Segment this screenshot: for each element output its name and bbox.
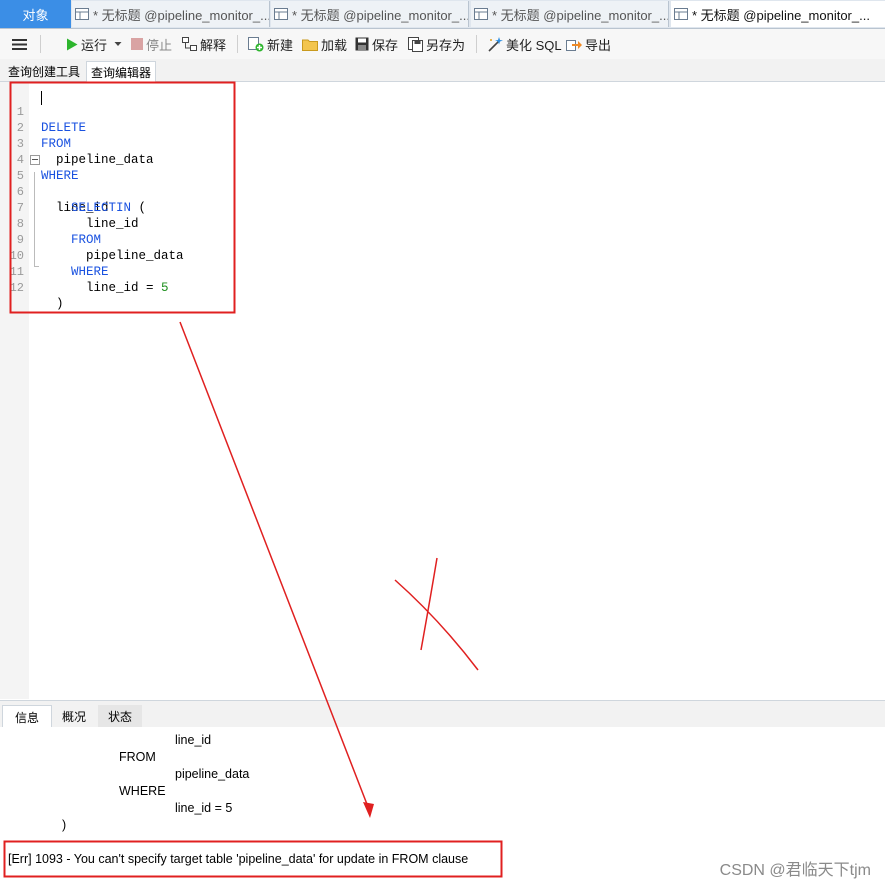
table-icon: [474, 8, 488, 20]
message-line: ): [62, 818, 67, 832]
load-label: 加载: [321, 37, 348, 53]
explain-button[interactable]: 解释: [182, 34, 226, 54]
explain-label: 解释: [200, 37, 227, 53]
query-toolbar: 运行 停止 解释 新建 加载 保存 另存为 美化 SQL 导出: [0, 29, 885, 59]
tab-status[interactable]: 状态: [98, 705, 142, 727]
save-as-button[interactable]: 另存为: [408, 34, 465, 54]
code-line: 10 WHERE: [9, 249, 109, 279]
fold-toggle-icon[interactable]: [30, 155, 40, 165]
save-label: 保存: [372, 37, 399, 53]
code-line: 6 SELECT: [16, 185, 117, 215]
tab-message[interactable]: 信息: [2, 705, 52, 728]
message-line: WHERE: [119, 784, 166, 798]
watermark: CSDN @君临天下tjm: [719, 862, 871, 879]
code-line: 11 line_id = 5: [9, 265, 169, 295]
beautify-sql-button[interactable]: 美化 SQL: [487, 34, 562, 54]
code-line: 8 FROM: [16, 217, 102, 247]
export-button[interactable]: 导出: [566, 34, 611, 54]
menu-button[interactable]: [12, 34, 30, 54]
toolbar-separator: [237, 35, 238, 53]
message-line: FROM: [119, 750, 156, 764]
code-line: 5 line_id IN (: [0, 152, 600, 215]
message-line: line_id: [175, 733, 212, 747]
code-line: 12 ): [9, 281, 64, 311]
export-icon: [566, 39, 582, 51]
beautify-sql-label: 美化 SQL: [506, 37, 562, 53]
query-tab-2[interactable]: * 无标题 @pipeline_monitor_...: [271, 1, 469, 27]
export-label: 导出: [585, 37, 612, 53]
toolbar-separator: [476, 35, 477, 53]
tab-objects[interactable]: 对象: [0, 0, 71, 28]
magic-wand-icon: [488, 36, 503, 52]
query-tab-4-active[interactable]: * 无标题 @pipeline_monitor_...: [671, 1, 885, 27]
editor-mode-tabs: 查询创建工具 查询编辑器: [0, 59, 885, 82]
tab-query-builder[interactable]: 查询创建工具: [4, 61, 84, 81]
hamburger-icon: [12, 38, 27, 50]
query-tab-label: * 无标题 @pipeline_monitor_...: [292, 7, 469, 23]
message-line: pipeline_data: [175, 767, 250, 781]
run-button[interactable]: 运行: [66, 34, 107, 54]
code-line: 4 WHERE: [16, 153, 79, 183]
table-icon: [674, 8, 688, 20]
new-label: 新建: [267, 37, 294, 53]
result-tabs: 信息 概况 状态: [0, 700, 885, 728]
play-icon: [67, 38, 78, 50]
stop-button[interactable]: 停止: [131, 34, 172, 54]
code-line: 1 DELETE: [16, 105, 87, 135]
run-dropdown-button[interactable]: [114, 34, 125, 54]
save-as-icon: [408, 36, 423, 52]
chevron-down-icon: [114, 42, 122, 46]
document-tab-strip: 对象 * 无标题 @pipeline_monitor_... * 无标题 @pi…: [0, 0, 885, 29]
toolbar-separator: [40, 35, 41, 53]
new-button[interactable]: 新建: [248, 34, 293, 54]
stop-icon: [131, 38, 143, 50]
query-tab-label: * 无标题 @pipeline_monitor_...: [692, 7, 870, 23]
table-icon: [274, 8, 288, 20]
save-button[interactable]: 保存: [355, 34, 398, 54]
run-label: 运行: [81, 37, 108, 53]
tab-summary[interactable]: 概况: [52, 705, 96, 727]
table-icon: [75, 8, 89, 20]
error-message: [Err] 1093 - You can't specify target ta…: [8, 852, 469, 866]
code-line: 7 line_id: [16, 201, 139, 231]
query-tab-label: * 无标题 @pipeline_monitor_...: [93, 7, 270, 23]
message-line: line_id = 5: [175, 801, 233, 815]
new-query-icon: [248, 36, 264, 51]
fold-guide-end: [34, 266, 39, 267]
save-icon: [355, 37, 369, 51]
tab-query-editor[interactable]: 查询编辑器: [86, 61, 157, 82]
save-as-label: 另存为: [426, 37, 466, 53]
explain-icon: [182, 37, 197, 51]
query-tab-1[interactable]: * 无标题 @pipeline_monitor_...: [72, 1, 270, 27]
query-tab-3[interactable]: * 无标题 @pipeline_monitor_...: [471, 1, 669, 27]
fold-guide: [34, 172, 35, 266]
load-button[interactable]: 加载: [302, 34, 347, 54]
code-line: 2 FROM: [16, 121, 72, 151]
query-tab-label: * 无标题 @pipeline_monitor_...: [492, 7, 669, 23]
folder-icon: [302, 39, 318, 51]
code-line: 9 pipeline_data: [16, 233, 184, 263]
sql-editor[interactable]: 1 DELETE 2 FROM 3 pipeline_data 4 WHERE …: [0, 82, 885, 699]
code-line: 3 pipeline_data: [16, 137, 154, 167]
stop-label: 停止: [146, 37, 173, 53]
